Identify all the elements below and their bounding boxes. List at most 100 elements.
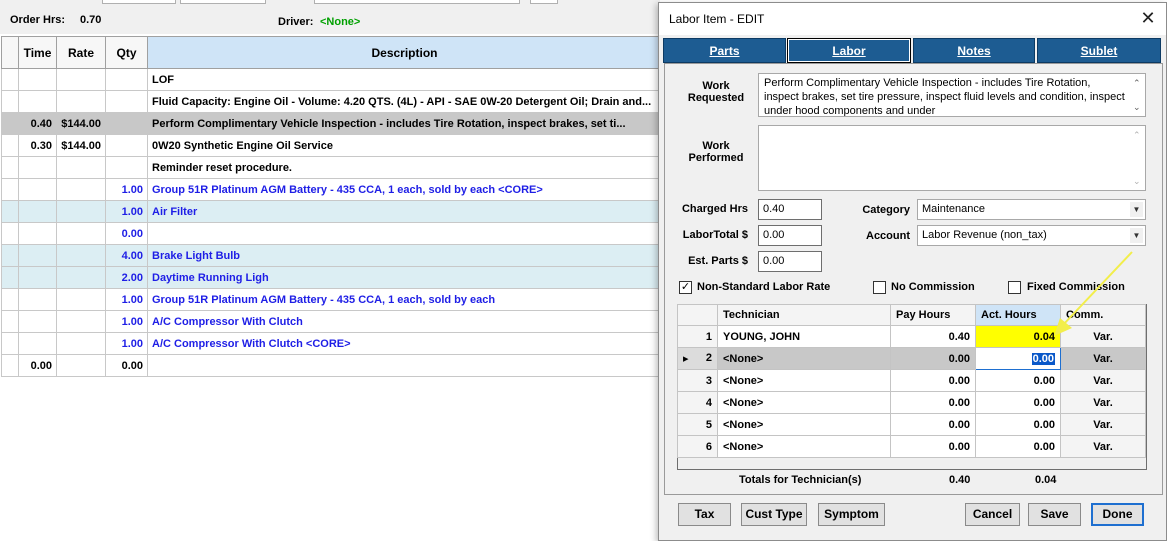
commission-cell[interactable]: Var. (1060, 435, 1146, 458)
qty-cell[interactable] (105, 90, 148, 113)
row-number-cell[interactable]: 4 (677, 391, 718, 414)
row-number-cell[interactable]: ▸ 2 (677, 347, 718, 370)
pay-hours-cell[interactable]: 0.00 (890, 435, 976, 458)
row-header-cell[interactable] (1, 222, 19, 245)
symptom-button[interactable]: Symptom (818, 503, 885, 526)
charged-hrs-input[interactable]: 0.40 (758, 199, 822, 220)
header-button[interactable] (530, 0, 558, 4)
description-cell[interactable]: Air Filter (147, 200, 662, 223)
rate-cell[interactable] (56, 156, 106, 179)
commission-cell[interactable]: Var. (1060, 369, 1146, 392)
row-header-cell[interactable] (1, 134, 19, 157)
pay-hours-cell[interactable]: 0.00 (890, 413, 976, 436)
table-row[interactable]: LOF (1, 68, 662, 91)
table-row[interactable]: 1.00 Air Filter (1, 200, 662, 223)
qty-cell[interactable]: 2.00 (105, 266, 148, 289)
row-header-cell[interactable] (1, 112, 19, 135)
time-cell[interactable]: 0.30 (18, 134, 57, 157)
time-cell[interactable]: 0.40 (18, 112, 57, 135)
table-row[interactable]: Reminder reset procedure. (1, 156, 662, 179)
commission-cell[interactable]: Var. (1060, 413, 1146, 436)
rate-cell[interactable] (56, 354, 106, 377)
description-cell[interactable]: Brake Light Bulb (147, 244, 662, 267)
act-hours-cell[interactable]: 0.00 (975, 391, 1061, 414)
qty-cell[interactable]: 1.00 (105, 200, 148, 223)
col-header-description[interactable]: Description (147, 36, 662, 69)
account-select[interactable]: Labor Revenue (non_tax) ▼ (917, 225, 1146, 246)
qty-cell[interactable]: 0.00 (105, 222, 148, 245)
qty-cell[interactable]: 1.00 (105, 310, 148, 333)
header-field[interactable] (180, 0, 266, 4)
cust-type-button[interactable]: Cust Type (741, 503, 807, 526)
time-cell[interactable] (18, 310, 57, 333)
cancel-button[interactable]: Cancel (965, 503, 1020, 526)
work-performed-field[interactable]: ⌃ ⌄ (758, 125, 1146, 191)
row-header-cell[interactable] (1, 266, 19, 289)
technician-cell[interactable]: <None> (717, 369, 891, 392)
done-button[interactable]: Done (1091, 503, 1144, 526)
row-header-cell[interactable] (1, 288, 19, 311)
row-number-cell[interactable]: 6 (677, 435, 718, 458)
time-cell[interactable] (18, 178, 57, 201)
description-cell[interactable]: Fluid Capacity: Engine Oil - Volume: 4.2… (147, 90, 662, 113)
col-header-pay-hours[interactable]: Pay Hours (890, 304, 976, 326)
description-cell[interactable]: A/C Compressor With Clutch (147, 310, 662, 333)
technician-cell[interactable]: YOUNG, JOHN (717, 325, 891, 348)
tab-parts[interactable]: Parts (663, 38, 786, 63)
description-cell[interactable]: A/C Compressor With Clutch <CORE> (147, 332, 662, 355)
rate-cell[interactable]: $144.00 (56, 112, 106, 135)
qty-cell[interactable]: 0.00 (105, 354, 148, 377)
row-number-cell[interactable]: 5 (677, 413, 718, 436)
memo-scrollbar[interactable]: ⌃ ⌄ (1130, 74, 1145, 116)
col-header-qty[interactable]: Qty (105, 36, 148, 69)
rate-cell[interactable] (56, 68, 106, 91)
rate-cell[interactable] (56, 266, 106, 289)
tax-button[interactable]: Tax (678, 503, 731, 526)
qty-cell[interactable]: 1.00 (105, 332, 148, 355)
technician-row[interactable]: 5 <None> 0.00 0.00 Var. (677, 413, 1146, 436)
description-cell[interactable] (147, 222, 662, 245)
time-cell[interactable] (18, 288, 57, 311)
pay-hours-cell[interactable]: 0.00 (890, 391, 976, 414)
header-field[interactable] (102, 0, 176, 4)
table-row[interactable]: 1.00 A/C Compressor With Clutch (1, 310, 662, 333)
no-commission-checkbox[interactable] (873, 281, 886, 294)
tab-sublet[interactable]: Sublet (1037, 38, 1161, 63)
rate-cell[interactable] (56, 244, 106, 267)
row-header-cell[interactable] (1, 200, 19, 223)
qty-cell[interactable]: 4.00 (105, 244, 148, 267)
table-row[interactable]: 1.00 Group 51R Platinum AGM Battery - 435… (1, 288, 662, 311)
time-cell[interactable]: 0.00 (18, 354, 57, 377)
qty-cell[interactable] (105, 156, 148, 179)
row-header-cell[interactable] (1, 332, 19, 355)
rate-cell[interactable] (56, 90, 106, 113)
description-cell[interactable]: Group 51R Platinum AGM Battery - 435 CCA… (147, 288, 662, 311)
chevron-down-icon[interactable]: ▼ (1130, 228, 1143, 243)
act-hours-editor[interactable]: 0.00 (975, 347, 1061, 370)
scroll-down-icon[interactable]: ⌄ (1133, 174, 1141, 188)
technician-cell[interactable]: <None> (717, 391, 891, 414)
table-row[interactable]: 1.00 A/C Compressor With Clutch <CORE> (1, 332, 662, 355)
row-header-cell[interactable] (1, 310, 19, 333)
tab-notes[interactable]: Notes (913, 38, 1035, 63)
rate-cell[interactable]: $144.00 (56, 134, 106, 157)
description-cell[interactable]: 0W20 Synthetic Engine Oil Service (147, 134, 662, 157)
scroll-up-icon[interactable]: ⌃ (1133, 128, 1141, 142)
act-hours-cell[interactable]: 0.00 (975, 369, 1061, 392)
row-header-cell[interactable] (1, 68, 19, 91)
qty-cell[interactable] (105, 112, 148, 135)
row-header-cell[interactable] (1, 90, 19, 113)
act-hours-input[interactable]: 0.00 (1031, 352, 1055, 365)
table-row[interactable]: 0.00 0.00 (1, 354, 662, 377)
fixed-commission-checkbox[interactable] (1008, 281, 1021, 294)
qty-cell[interactable]: 1.00 (105, 288, 148, 311)
technician-cell[interactable]: <None> (717, 413, 891, 436)
category-select[interactable]: Maintenance ▼ (917, 199, 1146, 220)
description-cell[interactable]: Perform Complimentary Vehicle Inspection… (147, 112, 662, 135)
non-standard-rate-checkbox[interactable]: ✓ (679, 281, 692, 294)
time-cell[interactable] (18, 68, 57, 91)
technician-row[interactable]: 3 <None> 0.00 0.00 Var. (677, 369, 1146, 392)
pay-hours-cell[interactable]: 0.40 (890, 325, 976, 348)
time-cell[interactable] (18, 200, 57, 223)
act-hours-cell[interactable]: 0.00 (975, 435, 1061, 458)
